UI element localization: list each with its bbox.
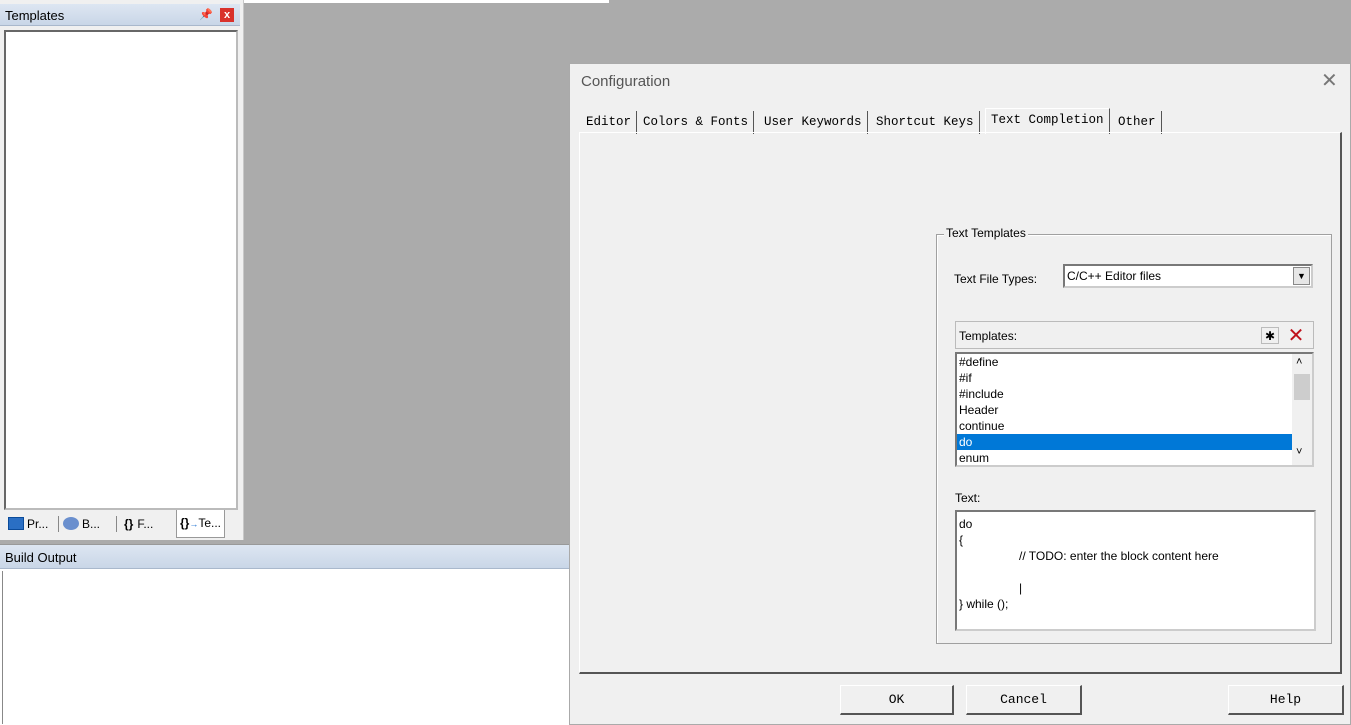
- text-file-types-label: Text File Types:: [954, 272, 1038, 286]
- template-item[interactable]: #if: [957, 370, 1292, 386]
- books-icon: [63, 517, 79, 530]
- text-line: } while ();: [959, 597, 1009, 611]
- chevron-down-icon[interactable]: ▼: [1293, 267, 1310, 285]
- text-file-types-select[interactable]: C/C++ Editor files ▼: [1063, 264, 1313, 288]
- dialog-title: Configuration: [581, 73, 671, 90]
- text-templates-group: Text Templates Text File Types: C/C++ Ed…: [936, 226, 1332, 644]
- templates-pane-titlebar: Templates 📌 x: [0, 4, 240, 26]
- templates-pane-tabs: Pr... B... {} F... {}→Te...: [4, 510, 240, 538]
- configuration-dialog: Configuration ✕ Editor Colors & Fonts Us…: [569, 63, 1351, 725]
- text-templates-group-label: Text Templates: [944, 226, 1028, 240]
- tab-user-keywords[interactable]: User Keywords: [759, 111, 868, 134]
- dialog-tabs: Editor Colors & Fonts User Keywords Shor…: [581, 108, 1343, 134]
- template-item[interactable]: enum: [957, 450, 1292, 465]
- top-strip: [244, 0, 609, 3]
- functions-icon: {}: [124, 517, 134, 531]
- tab-templates[interactable]: {}→Te...: [176, 510, 226, 538]
- tab-functions[interactable]: {} F...: [124, 512, 153, 536]
- scroll-thumb[interactable]: [1294, 374, 1310, 400]
- text-cursor-line: |: [1019, 581, 1023, 595]
- template-item[interactable]: #include: [957, 386, 1292, 402]
- tab-other[interactable]: Other: [1113, 111, 1162, 134]
- tab-separator: [58, 516, 59, 532]
- text-completion-panel: Text Templates Text File Types: C/C++ Ed…: [579, 132, 1342, 674]
- templates-pane-title: Templates: [5, 8, 65, 23]
- text-label: Text:: [955, 491, 981, 505]
- templates-label: Templates:: [959, 329, 1018, 343]
- tab-functions-label: F...: [137, 517, 154, 531]
- template-item[interactable]: continue: [957, 418, 1292, 434]
- template-item[interactable]: #define: [957, 354, 1292, 370]
- tab-text-completion[interactable]: Text Completion: [985, 108, 1110, 134]
- text-file-types-value: C/C++ Editor files: [1067, 269, 1162, 283]
- templates-icon: {}→: [180, 516, 199, 530]
- template-item-selected[interactable]: do: [957, 434, 1292, 450]
- tab-templates-label: Te...: [198, 516, 222, 530]
- template-item[interactable]: Header: [957, 402, 1292, 418]
- build-output-titlebar: Build Output: [0, 545, 572, 569]
- tab-separator: [116, 516, 117, 532]
- templates-scrollbar[interactable]: ˄ ˅: [1292, 354, 1312, 465]
- scroll-down-icon[interactable]: ˅: [1296, 446, 1302, 458]
- templates-tree[interactable]: [4, 30, 238, 510]
- cancel-button[interactable]: Cancel: [966, 685, 1082, 715]
- templates-pane: Templates 📌 x Pr... B... {} F... {}→Te...: [0, 0, 244, 540]
- build-output-pane: Build Output: [0, 544, 572, 725]
- close-icon[interactable]: x: [220, 8, 234, 22]
- tab-colors-fonts[interactable]: Colors & Fonts: [638, 111, 755, 134]
- text-line: {: [959, 533, 964, 547]
- tab-shortcut-keys[interactable]: Shortcut Keys: [871, 111, 980, 134]
- pin-icon[interactable]: 📌: [199, 8, 213, 22]
- templates-header: Templates: ✱ ✕: [955, 321, 1314, 349]
- ok-button[interactable]: OK: [840, 685, 954, 715]
- tab-books[interactable]: B...: [63, 512, 100, 536]
- help-button[interactable]: Help: [1228, 685, 1344, 715]
- project-icon: [8, 517, 24, 530]
- scroll-up-icon[interactable]: ˄: [1296, 356, 1302, 368]
- build-output-title: Build Output: [5, 550, 77, 565]
- tab-project-label: Pr...: [27, 517, 49, 531]
- new-template-icon[interactable]: ✱: [1261, 327, 1279, 344]
- tab-books-label: B...: [82, 517, 101, 531]
- delete-template-icon[interactable]: ✕: [1284, 324, 1308, 346]
- text-line: // TODO: enter the block content here: [1019, 549, 1219, 563]
- templates-listbox[interactable]: #define #if #include Header continue do …: [955, 352, 1314, 467]
- template-text-area[interactable]: do { // TODO: enter the block content he…: [955, 510, 1316, 631]
- tab-project[interactable]: Pr...: [8, 512, 48, 536]
- text-line: do: [959, 517, 973, 531]
- tab-editor[interactable]: Editor: [581, 111, 638, 134]
- dialog-close-icon[interactable]: ✕: [1321, 70, 1338, 90]
- build-output-body[interactable]: [2, 571, 572, 724]
